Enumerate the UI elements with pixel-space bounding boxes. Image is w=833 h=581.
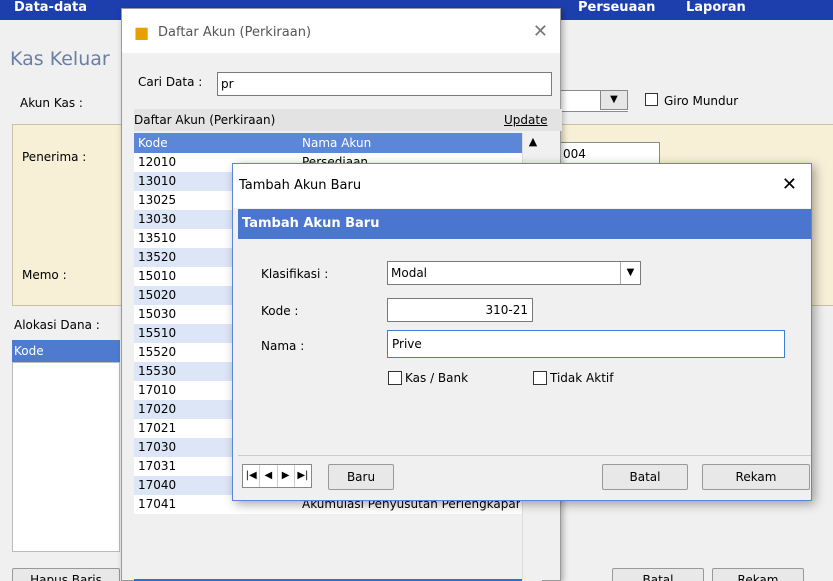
cari-data-label: Cari Data : <box>138 75 203 89</box>
update-link[interactable]: Update <box>504 113 547 127</box>
chevron-up-icon[interactable]: ▲ <box>523 135 543 148</box>
account-code: 15530 <box>138 364 177 378</box>
list-title: Daftar Akun (Perkiraan) <box>134 113 276 127</box>
batal-button[interactable]: Batal <box>602 464 688 490</box>
tambah-titlebar: Tambah Akun Baru ✕ <box>233 164 811 208</box>
rekam-button[interactable]: Rekam <box>702 464 810 490</box>
account-code: 17041 <box>138 497 177 511</box>
account-code: 12010 <box>138 155 177 169</box>
akun-kas-label: Akun Kas : <box>20 96 83 110</box>
app-icon: ■ <box>134 23 150 42</box>
tidak-aktif-checkbox[interactable] <box>533 371 547 385</box>
column-header: Kode Nama Akun <box>134 133 522 153</box>
account-code: 17031 <box>138 459 177 473</box>
dialog-title: Tambah Akun Baru <box>239 178 362 193</box>
giro-mundur-checkbox[interactable] <box>645 93 658 106</box>
last-record-icon[interactable]: ▶| <box>295 465 311 487</box>
nama-label: Nama : <box>261 339 305 353</box>
account-code: 13030 <box>138 212 177 226</box>
account-code: 17010 <box>138 383 177 397</box>
kas-bank-checkbox[interactable] <box>388 371 402 385</box>
giro-mundur-label: Giro Mundur <box>664 94 739 108</box>
kas-bank-label: Kas / Bank <box>405 371 469 385</box>
search-input[interactable]: pr <box>217 72 552 96</box>
number-fragment: 004 <box>563 147 586 161</box>
account-code: 13010 <box>138 174 177 188</box>
account-code: 17021 <box>138 421 177 435</box>
account-code: 15010 <box>138 269 177 283</box>
daftar-titlebar: ■ Daftar Akun (Perkiraan) ✕ <box>122 9 560 53</box>
record-navigator: |◀ ◀ ▶ ▶| <box>242 464 312 488</box>
chevron-down-icon[interactable]: ▼ <box>620 262 640 284</box>
account-code: 17030 <box>138 440 177 454</box>
batal-main-button[interactable]: Batal <box>612 568 704 581</box>
account-code: 15020 <box>138 288 177 302</box>
page-title: Kas Keluar <box>10 48 110 70</box>
daftar-title: Daftar Akun (Perkiraan) <box>158 25 312 40</box>
klasifikasi-value: Modal <box>391 266 427 280</box>
col-kode[interactable]: Kode <box>138 136 168 150</box>
prev-record-icon[interactable]: ◀ <box>260 465 278 487</box>
nama-field[interactable]: Prive <box>387 330 785 358</box>
alokasi-table <box>12 362 120 552</box>
kode-field[interactable]: 310-21 <box>387 298 533 322</box>
klasifikasi-select[interactable]: Modal ▼ <box>387 261 641 285</box>
dialog-footer: |◀ ◀ ▶ ▶| Baru Batal Rekam <box>238 455 811 495</box>
account-code: 15520 <box>138 345 177 359</box>
account-code: 13510 <box>138 231 177 245</box>
kode-label: Kode : <box>261 304 299 318</box>
account-code: 13025 <box>138 193 177 207</box>
dialog-banner: Tambah Akun Baru <box>238 209 811 239</box>
hapus-baris-button[interactable]: Hapus Baris <box>12 568 120 581</box>
account-code: 17020 <box>138 402 177 416</box>
rekam-main-button[interactable]: Rekam <box>712 568 804 581</box>
akun-kas-dropdown-icon[interactable]: ▼ <box>600 90 628 110</box>
kode-column-header: Kode <box>12 340 120 362</box>
alokasi-dana-label: Alokasi Dana : <box>14 318 100 332</box>
penerima-label: Penerima : <box>22 150 87 164</box>
close-icon[interactable]: ✕ <box>533 21 548 42</box>
tambah-akun-dialog: Tambah Akun Baru ✕ Tambah Akun Baru Klas… <box>232 163 812 501</box>
next-record-icon[interactable]: ▶ <box>278 465 295 487</box>
first-record-icon[interactable]: |◀ <box>243 465 261 487</box>
tidak-aktif-label: Tidak Aktif <box>550 371 614 385</box>
menu-laporan[interactable]: Laporan <box>686 0 746 16</box>
account-code: 15030 <box>138 307 177 321</box>
list-header-bar: Daftar Akun (Perkiraan) Update <box>134 109 562 131</box>
close-icon[interactable]: ✕ <box>782 174 797 195</box>
account-code: 13520 <box>138 250 177 264</box>
menu-data-data[interactable]: Data-data <box>14 0 87 16</box>
baru-button[interactable]: Baru <box>328 464 394 490</box>
col-nama-akun[interactable]: Nama Akun <box>302 136 371 150</box>
menu-persediaan[interactable]: Perseuaan <box>578 0 655 16</box>
memo-label: Memo : <box>22 268 67 282</box>
klasifikasi-label: Klasifikasi : <box>261 267 329 281</box>
account-code: 17040 <box>138 478 177 492</box>
account-code: 15510 <box>138 326 177 340</box>
